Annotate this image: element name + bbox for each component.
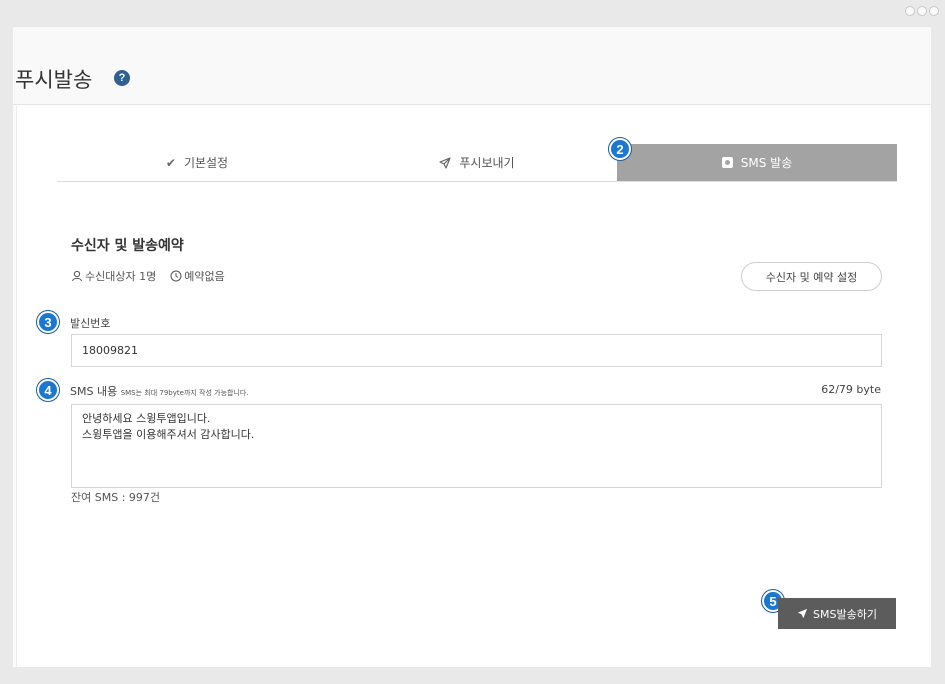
recipient-count: 수신대상자 1명 <box>71 268 156 284</box>
tab-sms-send[interactable]: SMS 발송 <box>617 144 897 181</box>
tab-send-push[interactable]: 푸시보내기 <box>337 144 617 181</box>
schedule-text: 예약없음 <box>184 270 225 283</box>
sms-hint: SMS는 최대 79byte까지 작성 가능합니다. <box>120 389 249 397</box>
clock-icon <box>170 270 182 282</box>
help-icon[interactable]: ? <box>114 70 130 86</box>
sms-icon <box>721 157 733 168</box>
user-icon <box>72 270 82 282</box>
content-panel: ✔ 기본설정 푸시보내기 SMS 발송 2 수신자 및 발송예약 수신대상자 1… <box>16 106 929 667</box>
send-sms-button[interactable]: SMS발송하기 <box>778 598 896 629</box>
sender-number-input[interactable]: 18009821 <box>71 334 882 367</box>
remaining-sms: 잔여 SMS : 997건 <box>71 491 161 504</box>
window-dot-icon[interactable] <box>929 6 939 16</box>
tab-label: 푸시보내기 <box>459 156 515 170</box>
recipient-count-text: 수신대상자 1명 <box>85 270 157 283</box>
sms-content-textarea[interactable]: 안녕하세요 스윙투앱입니다. 스윙투앱을 이용해주셔서 감사합니다. <box>71 404 882 488</box>
section-title: 수신자 및 발송예약 <box>71 238 184 254</box>
schedule-status: 예약없음 <box>170 268 225 284</box>
send-icon <box>797 608 808 619</box>
send-icon <box>439 156 451 169</box>
recipient-info: 수신대상자 1명 예약없음 <box>71 268 225 284</box>
step-tabs: ✔ 기본설정 푸시보내기 SMS 발송 <box>57 144 897 182</box>
byte-counter: 62/79 byte <box>821 383 881 396</box>
step-badge: 2 <box>609 138 631 160</box>
recipient-setup-button[interactable]: 수신자 및 예약 설정 <box>741 262 882 291</box>
send-button-label: SMS발송하기 <box>813 607 877 621</box>
sms-label-text: SMS 내용 <box>70 385 118 398</box>
window-dot-icon[interactable] <box>917 6 927 16</box>
tab-basic-settings[interactable]: ✔ 기본설정 <box>57 144 337 181</box>
step-badge: 4 <box>37 379 59 401</box>
page-header: 푸시발송 ? <box>13 27 931 105</box>
sender-label: 발신번호 <box>70 317 111 330</box>
check-icon: ✔ <box>165 155 176 170</box>
tab-label: SMS 발송 <box>740 156 793 170</box>
window-controls <box>905 6 939 16</box>
app-frame: 푸시발송 ? ✔ 기본설정 푸시보내기 SMS 발송 2 수신자 및 발송예약 <box>13 27 931 667</box>
page-title: 푸시발송 <box>15 68 93 92</box>
window-dot-icon[interactable] <box>905 6 915 16</box>
tab-label: 기본설정 <box>183 156 229 170</box>
step-badge: 3 <box>37 311 59 333</box>
sms-content-label: SMS 내용 SMS는 최대 79byte까지 작성 가능합니다. <box>70 383 249 399</box>
